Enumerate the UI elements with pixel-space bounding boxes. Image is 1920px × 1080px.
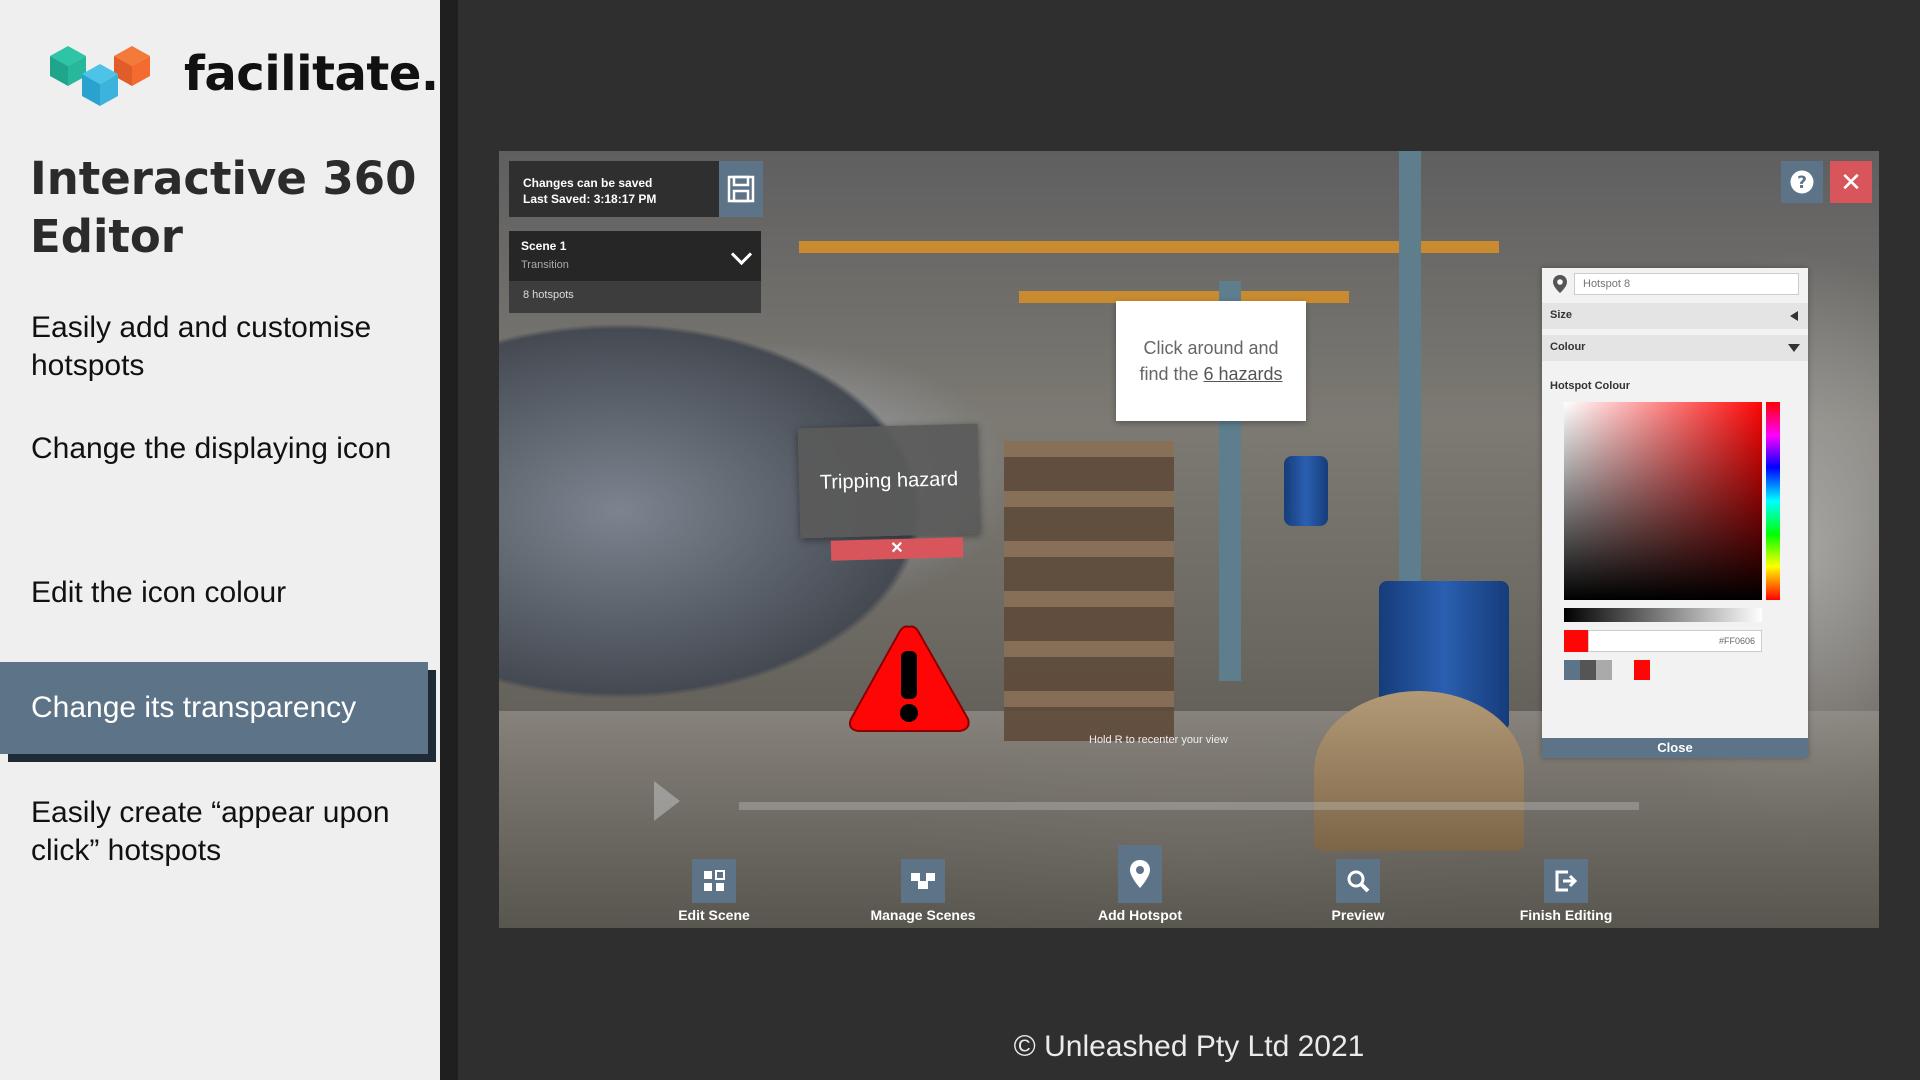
save-button[interactable] <box>719 161 763 217</box>
brand-name: facilitate. <box>184 46 439 102</box>
preview-button[interactable]: Preview <box>1288 859 1428 923</box>
hotspot-properties-panel: Size Colour Hotspot Colour #FF0606 Close <box>1542 268 1808 758</box>
feature-add-hotspots[interactable]: Easily add and customise hotspots <box>31 309 431 385</box>
help-button[interactable]: ? <box>1781 161 1823 203</box>
bottom-toolbar: Edit Scene Manage Scenes Add Hotspot Pre… <box>499 845 1879 928</box>
hint-link: 6 hazards <box>1203 364 1283 384</box>
warning-hazard-icon[interactable] <box>844 621 974 737</box>
manage-scenes-button[interactable]: Manage Scenes <box>853 859 993 923</box>
tooltip-close-button[interactable]: ✕ <box>830 537 964 561</box>
timeline-track[interactable] <box>739 802 1639 810</box>
size-label: Size <box>1550 309 1573 321</box>
last-saved: Last Saved: 3:18:17 PM <box>523 192 657 206</box>
scene-header[interactable]: Scene 1 Transition <box>509 231 761 281</box>
chevron-down-icon <box>1788 344 1800 352</box>
colour-section[interactable]: Colour <box>1542 335 1808 361</box>
close-icon: ✕ <box>1840 166 1862 197</box>
hazard-hint-box: Click around and find the 6 hazards <box>1116 301 1306 421</box>
preset-colour[interactable] <box>1634 660 1650 680</box>
hotspot-name-row <box>1542 268 1808 300</box>
chevron-left-icon <box>1790 311 1798 321</box>
hotspot-tooltip: Tripping hazard <box>797 423 981 539</box>
floppy-disk-icon <box>727 175 755 203</box>
properties-close-button[interactable]: Close <box>1542 738 1808 758</box>
save-status: Changes can be saved Last Saved: 3:18:17… <box>509 161 719 217</box>
map-pin-icon <box>1553 275 1567 293</box>
close-button[interactable]: ✕ <box>1830 161 1872 203</box>
size-section[interactable]: Size <box>1542 303 1808 329</box>
sidebar: facilitate. Interactive 360 Editor Easil… <box>0 0 440 1080</box>
tool-label: Preview <box>1331 907 1385 923</box>
facilitate-cube-logo-icon <box>50 46 150 106</box>
colour-label: Colour <box>1550 341 1586 353</box>
tool-label: Edit Scene <box>678 907 750 923</box>
scene-selector[interactable]: Scene 1 Transition 8 hotspots <box>509 231 761 313</box>
blue-drum <box>1284 456 1328 526</box>
hint-line: Click around and <box>1143 338 1279 358</box>
hex-colour-input[interactable]: #FF0606 <box>1588 630 1762 652</box>
scenes-icon <box>901 859 945 903</box>
status-line: Changes can be saved <box>523 176 653 190</box>
feature-change-icon[interactable]: Change the displaying icon <box>31 430 431 468</box>
feature-icon-colour[interactable]: Edit the icon colour <box>31 574 431 612</box>
hint-line: find the 6 hazards <box>1139 361 1282 387</box>
preset-colour[interactable] <box>1596 660 1612 680</box>
tooltip-text: Tripping hazard <box>819 467 959 494</box>
brand: facilitate. <box>30 34 439 114</box>
feature-transparency[interactable]: Change its transparency <box>0 662 428 754</box>
copyright-footer: © Unleashed Pty Ltd 2021 <box>1013 1030 1365 1063</box>
page-title: Interactive 360 Editor <box>30 152 417 263</box>
preset-colour[interactable] <box>1564 660 1580 680</box>
play-arrow-icon[interactable] <box>654 781 680 821</box>
scene-type: Transition <box>521 259 569 271</box>
hint-prefix: find the <box>1139 364 1204 384</box>
hotspot-colour-label: Hotspot Colour <box>1550 380 1631 392</box>
transparency-slider[interactable] <box>1564 608 1762 622</box>
svg-text:?: ? <box>1797 173 1807 193</box>
selected-colour-swatch <box>1564 630 1588 652</box>
add-hotspot-button[interactable]: Add Hotspot <box>1070 845 1210 923</box>
grid-icon <box>692 859 736 903</box>
recenter-hint: Hold R to recenter your view <box>1089 734 1228 746</box>
preset-colour[interactable] <box>1580 660 1596 680</box>
tool-label: Add Hotspot <box>1098 907 1182 923</box>
hue-slider[interactable] <box>1766 402 1780 600</box>
hotspot-count: 8 hotspots <box>523 289 574 301</box>
editor-viewport[interactable]: Changes can be saved Last Saved: 3:18:17… <box>499 151 1879 928</box>
scene-name: Scene 1 <box>521 239 567 253</box>
exit-icon <box>1544 859 1588 903</box>
tool-label: Finish Editing <box>1519 907 1613 923</box>
tool-label: Manage Scenes <box>870 907 976 923</box>
spool-table <box>1314 691 1524 851</box>
finish-editing-button[interactable]: Finish Editing <box>1496 859 1636 923</box>
saturation-value-picker[interactable] <box>1564 402 1762 600</box>
beam <box>799 241 1499 253</box>
magnifier-icon <box>1336 859 1380 903</box>
hotspot-name-input[interactable] <box>1574 273 1799 295</box>
stairs <box>1004 441 1174 741</box>
map-pin-icon <box>1118 845 1162 903</box>
divider <box>440 0 458 1080</box>
question-icon: ? <box>1790 170 1814 194</box>
feature-appear-on-click[interactable]: Easily create “appear upon click” hotspo… <box>31 794 431 870</box>
edit-scene-button[interactable]: Edit Scene <box>644 859 784 923</box>
